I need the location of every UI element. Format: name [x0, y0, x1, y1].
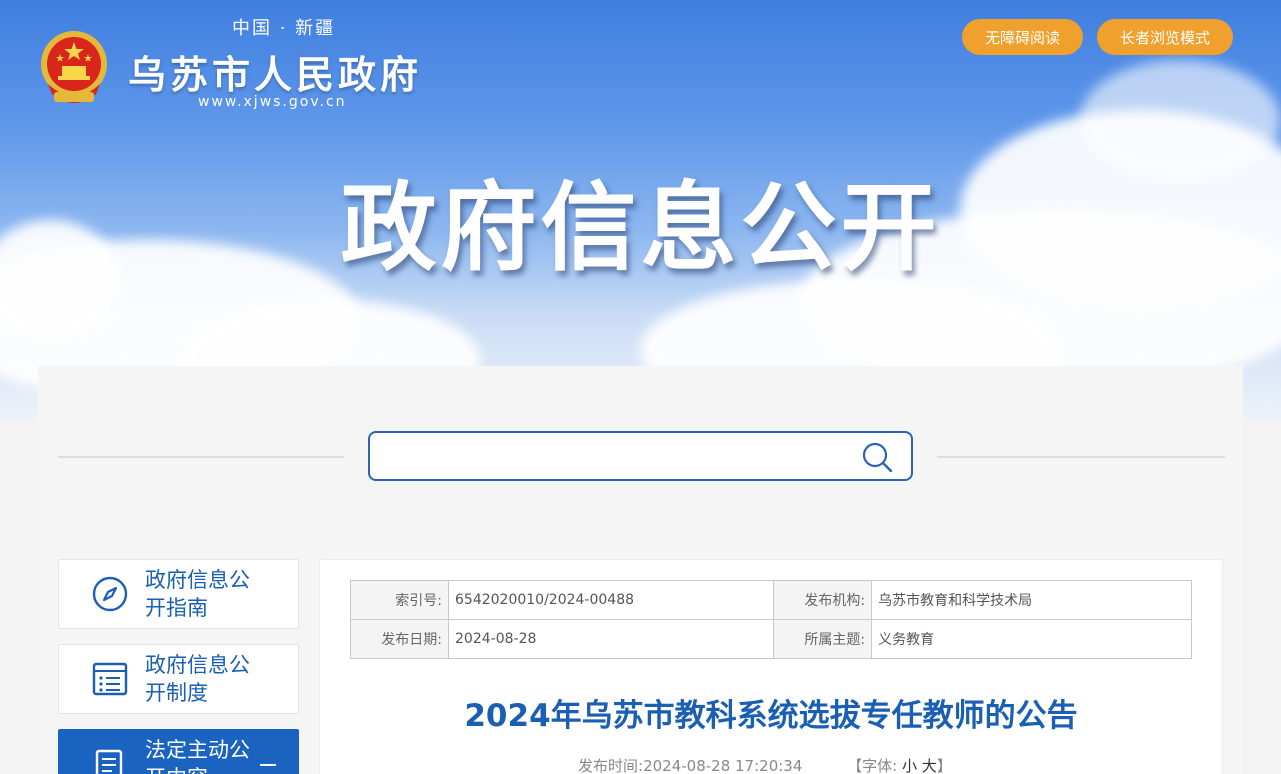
collapse-icon[interactable] — [260, 764, 276, 766]
article-title: 2024年乌苏市教科系统选拔专任教师的公告 — [464, 698, 1078, 734]
font-small-link[interactable]: 小 — [902, 757, 917, 774]
site-url: www.xjws.gov.cn — [198, 94, 347, 110]
sidebar-item-label: 法定主动公开内容 — [145, 738, 250, 774]
sidebar-item-mandatory-disclosure[interactable]: 法定主动公开内容 — [58, 729, 299, 774]
document-list-icon — [92, 662, 128, 696]
font-size-label: 【字体: — [847, 757, 898, 774]
publish-label: 发布时间: — [578, 757, 644, 774]
accessibility-button[interactable]: 无障碍阅读 — [962, 19, 1083, 55]
topic-label: 所属主题: — [773, 619, 873, 659]
sidebar-item-guide[interactable]: 政府信息公开指南 — [58, 559, 299, 629]
org-label: 发布机构: — [773, 580, 873, 620]
date-value: 2024-08-28 — [448, 619, 775, 659]
sidebar-item-label: 政府信息公开制度 — [145, 653, 250, 705]
divider-right — [937, 456, 1225, 458]
divider-left — [58, 456, 344, 458]
site-subtitle: 中国 · 新疆 — [232, 18, 336, 39]
compass-icon — [92, 576, 128, 612]
search-input[interactable] — [384, 433, 854, 477]
table-row: 发布日期: 2024-08-28 所属主题: 义务教育 — [349, 619, 1192, 659]
font-size-close: 】 — [936, 757, 952, 774]
publish-time: 2024-08-28 17:20:34 — [643, 757, 803, 774]
sidebar-item-label: 政府信息公开指南 — [145, 568, 250, 620]
index-value: 6542020010/2024-00488 — [448, 580, 775, 620]
elder-mode-button[interactable]: 长者浏览模式 — [1097, 19, 1233, 55]
banner-title: 政府信息公开 — [340, 172, 941, 284]
sidebar-item-system[interactable]: 政府信息公开制度 — [58, 644, 299, 714]
meta-table: 索引号: 6542020010/2024-00488 发布机构: 乌苏市教育和科… — [349, 580, 1192, 659]
national-emblem-icon — [41, 31, 107, 103]
site-name: 乌苏市人民政府 — [128, 52, 423, 97]
topic-value: 义务教育 — [871, 619, 1192, 659]
search-box — [368, 431, 913, 481]
table-row: 索引号: 6542020010/2024-00488 发布机构: 乌苏市教育和科… — [349, 580, 1192, 620]
publish-info: 发布时间:2024-08-28 17:20:34 【字体: 小 大】 — [578, 755, 952, 774]
font-large-link[interactable]: 大 — [922, 757, 937, 774]
date-label: 发布日期: — [349, 619, 450, 659]
org-value: 乌苏市教育和科学技术局 — [871, 580, 1192, 620]
index-label: 索引号: — [349, 580, 450, 620]
document-icon — [95, 749, 123, 774]
search-icon[interactable] — [861, 441, 893, 473]
hero-banner: 中国 · 新疆 乌苏市人民政府 www.xjws.gov.cn 无障碍阅读 长者… — [0, 0, 1281, 420]
